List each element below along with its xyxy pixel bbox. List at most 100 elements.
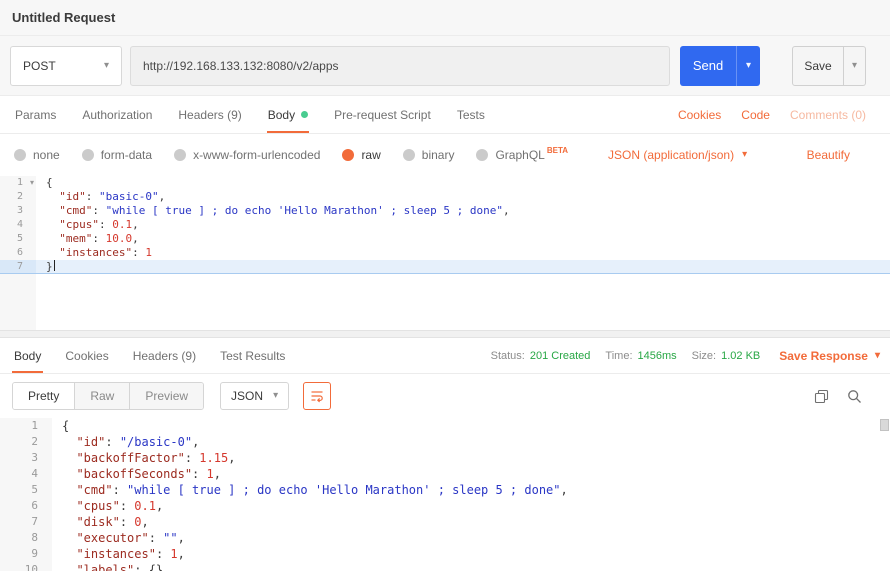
line-number: 5 xyxy=(0,482,52,498)
fold-caret-icon[interactable] xyxy=(30,176,34,190)
response-tab-cookies[interactable]: Cookies xyxy=(53,338,120,373)
code-line-2[interactable]: 2 "id": "basic-0", xyxy=(0,190,890,204)
body-type-form-data[interactable]: form-data xyxy=(82,148,152,162)
code-line-5[interactable]: 5 "cmd": "while [ true ] ; do echo 'Hell… xyxy=(0,482,890,498)
code-text: "backoffSeconds": 1, xyxy=(52,466,890,482)
code-line-6[interactable]: 6 "cpus": 0.1, xyxy=(0,498,890,514)
line-number: 2 xyxy=(0,190,36,204)
code-line-5[interactable]: 5 "mem": 10.0, xyxy=(0,232,890,246)
tab-headers[interactable]: Headers (9) xyxy=(165,96,254,133)
line-number: 9 xyxy=(0,546,52,562)
cookies-link[interactable]: Cookies xyxy=(678,108,721,122)
request-body-editor[interactable]: 1{2 "id": "basic-0",3 "cmd": "while [ tr… xyxy=(0,176,890,330)
body-type-x-www-form-urlencoded[interactable]: x-www-form-urlencoded xyxy=(174,148,320,162)
tab-authorization[interactable]: Authorization xyxy=(69,96,165,133)
response-body-editor[interactable]: 1{2 "id": "/basic-0",3 "backoffFactor": … xyxy=(0,418,890,571)
code-text: "mem": 10.0, xyxy=(36,232,890,246)
code-line-1[interactable]: 1{ xyxy=(0,176,890,190)
radio-selected-icon xyxy=(342,149,354,161)
code-line-8[interactable]: 8 "executor": "", xyxy=(0,530,890,546)
tab-label: Params xyxy=(15,108,56,122)
code-line-4[interactable]: 4 "cpus": 0.1, xyxy=(0,218,890,232)
request-url-bar: POST Send Save xyxy=(0,36,890,96)
tab-label: Cookies xyxy=(65,349,108,363)
code-link[interactable]: Code xyxy=(741,108,770,122)
response-tab-body[interactable]: Body xyxy=(2,338,53,373)
radio-label: GraphQL xyxy=(495,148,544,162)
send-options-button[interactable] xyxy=(736,46,760,86)
pane-splitter[interactable] xyxy=(0,330,890,338)
code-text: { xyxy=(52,418,890,434)
view-mode-group: Pretty Raw Preview xyxy=(12,382,204,410)
code-line-4[interactable]: 4 "backoffSeconds": 1, xyxy=(0,466,890,482)
response-tab-test-results[interactable]: Test Results xyxy=(208,338,297,373)
code-text: "executor": "", xyxy=(52,530,890,546)
radio-label: binary xyxy=(422,148,455,162)
view-raw-button[interactable]: Raw xyxy=(75,383,130,409)
code-line-10[interactable]: 10 "labels": {}, xyxy=(0,562,890,571)
comments-link[interactable]: Comments (0) xyxy=(790,108,866,122)
code-text: } xyxy=(36,260,890,274)
code-text: "id": "/basic-0", xyxy=(52,434,890,450)
code-text: "instances": 1, xyxy=(52,546,890,562)
radio-icon xyxy=(476,149,488,161)
code-line-7[interactable]: 7} xyxy=(0,260,890,274)
scrollbar-thumb[interactable] xyxy=(880,419,889,431)
code-line-7[interactable]: 7 "disk": 0, xyxy=(0,514,890,530)
response-format-select[interactable]: JSON xyxy=(220,382,289,410)
radio-icon xyxy=(403,149,415,161)
method-select[interactable]: POST xyxy=(10,46,122,86)
line-number: 5 xyxy=(0,232,36,246)
response-tab-headers[interactable]: Headers (9) xyxy=(121,338,208,373)
request-titlebar: Untitled Request xyxy=(0,0,890,36)
code-text: "cmd": "while [ true ] ; do echo 'Hello … xyxy=(52,482,890,498)
save-button[interactable]: Save xyxy=(792,46,844,86)
body-type-none[interactable]: none xyxy=(14,148,60,162)
tab-pre-request-script[interactable]: Pre-request Script xyxy=(321,96,444,133)
view-preview-button[interactable]: Preview xyxy=(130,383,203,409)
code-text: "backoffFactor": 1.15, xyxy=(52,450,890,466)
copy-response-button[interactable] xyxy=(814,389,829,404)
save-response-label: Save Response xyxy=(779,349,868,363)
wrap-lines-button[interactable] xyxy=(303,382,331,410)
content-type-select[interactable]: JSON (application/json) xyxy=(608,148,747,162)
line-number: 3 xyxy=(0,450,52,466)
body-content-dot-icon xyxy=(301,111,308,118)
tab-label: Body xyxy=(14,349,41,363)
code-text: "cpus": 0.1, xyxy=(52,498,890,514)
scrollbar[interactable] xyxy=(879,418,890,571)
line-number: 1 xyxy=(0,176,36,190)
line-number: 7 xyxy=(0,260,36,274)
save-response-button[interactable]: Save Response xyxy=(779,349,880,363)
line-number: 7 xyxy=(0,514,52,530)
tab-params[interactable]: Params xyxy=(2,96,69,133)
chevron-down-icon xyxy=(742,150,747,160)
url-input[interactable] xyxy=(130,46,670,86)
send-button-group: Send xyxy=(680,46,760,86)
code-line-2[interactable]: 2 "id": "/basic-0", xyxy=(0,434,890,450)
text-cursor xyxy=(54,260,55,271)
response-toolbar: Pretty Raw Preview JSON xyxy=(0,374,890,418)
view-pretty-button[interactable]: Pretty xyxy=(13,383,75,409)
search-icon xyxy=(847,389,862,404)
tab-label: Pre-request Script xyxy=(334,108,431,122)
postman-app: Untitled Request POST Send Save Params A… xyxy=(0,0,890,571)
tab-tests[interactable]: Tests xyxy=(444,96,498,133)
line-number: 1 xyxy=(0,418,52,434)
tab-body[interactable]: Body xyxy=(255,96,321,133)
body-type-bar: none form-data x-www-form-urlencoded raw… xyxy=(0,134,890,176)
send-button[interactable]: Send xyxy=(680,46,736,86)
save-options-button[interactable] xyxy=(844,46,866,86)
body-type-binary[interactable]: binary xyxy=(403,148,455,162)
tab-label: Body xyxy=(268,108,295,122)
body-type-graphql[interactable]: GraphQLBETA xyxy=(476,148,568,162)
code-line-1[interactable]: 1{ xyxy=(0,418,890,434)
search-response-button[interactable] xyxy=(847,389,862,404)
code-line-6[interactable]: 6 "instances": 1 xyxy=(0,246,890,260)
beautify-link[interactable]: Beautify xyxy=(807,148,850,162)
code-line-3[interactable]: 3 "cmd": "while [ true ] ; do echo 'Hell… xyxy=(0,204,890,218)
body-type-raw[interactable]: raw xyxy=(342,148,380,162)
code-text: "instances": 1 xyxy=(36,246,890,260)
code-line-3[interactable]: 3 "backoffFactor": 1.15, xyxy=(0,450,890,466)
code-line-9[interactable]: 9 "instances": 1, xyxy=(0,546,890,562)
